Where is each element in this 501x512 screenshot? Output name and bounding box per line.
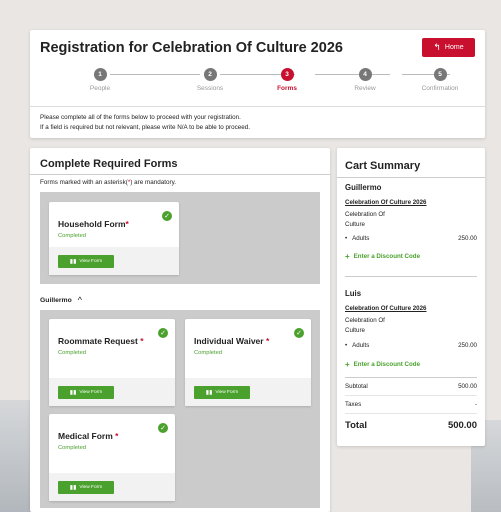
home-button[interactable]: ↰ Home bbox=[422, 38, 475, 57]
back-arrow-icon: ↰ bbox=[433, 42, 441, 52]
divider bbox=[345, 276, 477, 277]
form-name: Household Form* bbox=[58, 219, 129, 229]
step-label: Review bbox=[354, 85, 376, 92]
plus-icon: + bbox=[345, 360, 350, 369]
form-status: Completed bbox=[194, 350, 223, 356]
guest-forms-panel: Roommate Request * Completed ✓ ▮▮ View F… bbox=[40, 310, 320, 508]
step-people[interactable]: 1 People bbox=[65, 68, 135, 92]
check-icon: ✓ bbox=[158, 328, 168, 338]
divider bbox=[30, 106, 485, 107]
step-label: Sessions bbox=[196, 85, 224, 92]
form-name: Roommate Request * bbox=[58, 336, 144, 346]
step-number: 2 bbox=[203, 68, 217, 81]
household-forms-panel: Household Form* Completed ✓ ▮▮ View Form bbox=[40, 192, 320, 284]
mandatory-note: Forms marked with an asterisk(*) are man… bbox=[40, 179, 177, 186]
form-card-individual-waiver: Individual Waiver * Completed ✓ ▮▮ View … bbox=[185, 319, 311, 406]
cart-title: Cart Summary bbox=[345, 160, 421, 172]
step-number: 1 bbox=[93, 68, 107, 81]
view-form-button[interactable]: ▮▮ View Form bbox=[194, 386, 250, 399]
progress-stepper: 1 People 2 Sessions 3 Forms 4 Review 5 C… bbox=[60, 68, 458, 98]
form-status: Completed bbox=[58, 445, 87, 451]
book-icon: ▮▮ bbox=[69, 484, 77, 491]
form-status: Completed bbox=[58, 233, 87, 239]
divider bbox=[345, 377, 477, 378]
chevron-up-icon: ^ bbox=[77, 295, 82, 305]
required-forms-card: Complete Required Forms Forms marked wit… bbox=[30, 148, 330, 512]
form-status: Completed bbox=[58, 350, 87, 356]
home-button-label: Home bbox=[444, 44, 464, 51]
step-label: Confirmation bbox=[421, 85, 459, 92]
divider bbox=[30, 174, 330, 175]
instructions-line: Please complete all of the forms below t… bbox=[40, 114, 241, 121]
divider bbox=[345, 413, 477, 414]
form-card-medical: Medical Form * Completed ✓ ▮▮ View Form bbox=[49, 414, 175, 501]
cart-event-desc: Celebration Of Culture bbox=[345, 317, 385, 334]
forms-title: Complete Required Forms bbox=[40, 158, 178, 170]
step-number: 4 bbox=[358, 68, 372, 81]
page-title: Registration for Celebration Of Culture … bbox=[40, 40, 343, 56]
subtotal-row: Subtotal 500.00 bbox=[345, 383, 477, 390]
instructions: Please complete all of the forms below t… bbox=[40, 113, 250, 133]
step-sessions[interactable]: 2 Sessions bbox=[175, 68, 245, 92]
step-confirmation[interactable]: 5 Confirmation bbox=[405, 68, 475, 92]
cart-summary-card: Cart Summary Guillermo Celebration Of Cu… bbox=[337, 148, 485, 446]
step-label: Forms bbox=[277, 85, 297, 92]
check-icon: ✓ bbox=[162, 211, 172, 221]
discount-code-link[interactable]: + Enter a Discount Code bbox=[345, 360, 420, 369]
discount-code-link[interactable]: + Enter a Discount Code bbox=[345, 252, 420, 261]
total-row: Total 500.00 bbox=[345, 420, 477, 431]
book-icon: ▮▮ bbox=[69, 258, 77, 265]
form-name: Individual Waiver * bbox=[194, 336, 270, 346]
guest-section-toggle[interactable]: Guillermo ^ bbox=[40, 295, 82, 305]
cart-event-desc: Celebration Of Culture bbox=[345, 211, 385, 228]
view-form-button[interactable]: ▮▮ View Form bbox=[58, 255, 114, 268]
step-review[interactable]: 4 Review bbox=[330, 68, 400, 92]
check-icon: ✓ bbox=[294, 328, 304, 338]
plus-icon: + bbox=[345, 252, 350, 261]
step-number: 3 bbox=[280, 68, 294, 81]
form-card-footer: ▮▮ View Form bbox=[49, 378, 175, 406]
book-icon: ▮▮ bbox=[205, 389, 213, 396]
form-card-household: Household Form* Completed ✓ ▮▮ View Form bbox=[49, 202, 179, 275]
cart-event-name: Celebration Of Culture 2026 bbox=[345, 199, 427, 206]
cart-line-item: • Adults 250.00 bbox=[345, 342, 477, 349]
step-number: 5 bbox=[433, 68, 447, 81]
form-card-footer: ▮▮ View Form bbox=[49, 247, 179, 275]
divider bbox=[337, 177, 485, 178]
divider bbox=[345, 395, 477, 396]
book-icon: ▮▮ bbox=[69, 389, 77, 396]
cart-guest-name: Luis bbox=[345, 289, 362, 298]
step-forms[interactable]: 3 Forms bbox=[252, 68, 322, 92]
check-icon: ✓ bbox=[158, 423, 168, 433]
instructions-line: If a field is required but not relevant,… bbox=[40, 124, 251, 131]
form-card-footer: ▮▮ View Form bbox=[49, 473, 175, 501]
cart-event-name: Celebration Of Culture 2026 bbox=[345, 305, 427, 312]
view-form-button[interactable]: ▮▮ View Form bbox=[58, 386, 114, 399]
cart-guest-name: Guillermo bbox=[345, 183, 382, 192]
form-card-roommate-request: Roommate Request * Completed ✓ ▮▮ View F… bbox=[49, 319, 175, 406]
cart-line-item: • Adults 250.00 bbox=[345, 235, 477, 242]
step-label: People bbox=[89, 85, 111, 92]
guest-name: Guillermo bbox=[40, 296, 72, 304]
registration-header-card: Registration for Celebration Of Culture … bbox=[30, 30, 485, 138]
form-card-footer: ▮▮ View Form bbox=[185, 378, 311, 406]
view-form-button[interactable]: ▮▮ View Form bbox=[58, 481, 114, 494]
taxes-row: Taxes - bbox=[345, 401, 477, 408]
form-name: Medical Form * bbox=[58, 431, 119, 441]
